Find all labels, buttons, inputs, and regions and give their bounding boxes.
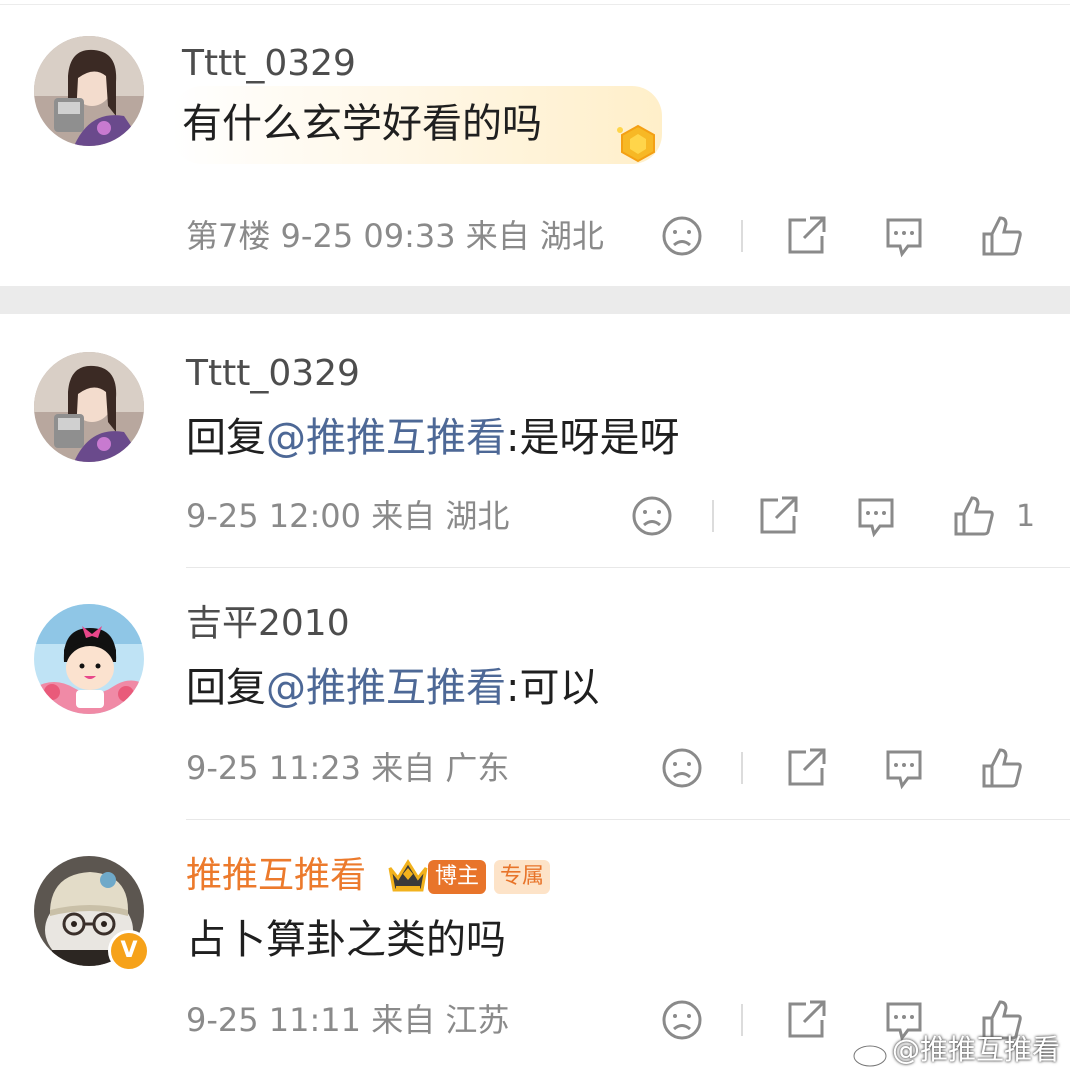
comment-icon[interactable] bbox=[882, 214, 926, 258]
comment-meta: 9-25 11:11 来自 江苏 bbox=[186, 1004, 509, 1036]
share-icon[interactable] bbox=[784, 746, 828, 790]
reply-text: :是呀是呀 bbox=[506, 415, 680, 461]
share-icon[interactable] bbox=[784, 214, 828, 258]
comment-text: 回复@推推互推看:可以 bbox=[186, 668, 599, 708]
username[interactable]: Tttt_0329 bbox=[186, 356, 360, 392]
top-divider bbox=[0, 4, 1070, 5]
comment-icon[interactable] bbox=[854, 494, 898, 538]
username[interactable]: 吉平2010 bbox=[186, 606, 350, 642]
comment-icon[interactable] bbox=[882, 746, 926, 790]
mention-link[interactable]: @推推互推看 bbox=[266, 415, 506, 461]
action-separator bbox=[741, 752, 743, 784]
source-prefix: 来自 bbox=[371, 497, 436, 535]
avatar[interactable] bbox=[34, 352, 144, 462]
timestamp: 9-25 11:23 bbox=[186, 749, 362, 787]
avatar[interactable] bbox=[34, 604, 144, 714]
avatar[interactable] bbox=[34, 36, 144, 146]
location: 广东 bbox=[445, 749, 510, 787]
location: 湖北 bbox=[445, 497, 510, 535]
sad-face-icon[interactable] bbox=[660, 998, 704, 1042]
weibo-logo-icon bbox=[852, 1034, 892, 1068]
source-prefix: 来自 bbox=[371, 749, 436, 787]
owner-badge: 博主 bbox=[428, 860, 486, 894]
exclusive-badge: 专属 bbox=[494, 860, 550, 894]
comment-divider bbox=[186, 567, 1070, 568]
source-prefix: 来自 bbox=[465, 217, 530, 255]
timestamp: 9-25 12:00 bbox=[186, 497, 362, 535]
crown-icon bbox=[386, 858, 430, 896]
reply-text: :可以 bbox=[506, 665, 600, 711]
thumbs-up-icon[interactable] bbox=[980, 746, 1024, 790]
action-separator bbox=[741, 1004, 743, 1036]
sad-face-icon[interactable] bbox=[630, 494, 674, 538]
share-icon[interactable] bbox=[784, 998, 828, 1042]
comment-text: 占卜算卦之类的吗 bbox=[186, 917, 506, 963]
like-count: 1 bbox=[1016, 499, 1036, 534]
reply-prefix: 回复 bbox=[186, 665, 266, 711]
sad-face-icon[interactable] bbox=[660, 214, 704, 258]
action-separator bbox=[741, 220, 743, 252]
sad-face-icon[interactable] bbox=[660, 746, 704, 790]
section-divider bbox=[0, 286, 1070, 314]
share-icon[interactable] bbox=[756, 494, 800, 538]
comment-meta: 第7楼 9-25 09:33 来自 湖北 bbox=[186, 220, 604, 252]
comment-meta: 9-25 11:23 来自 广东 bbox=[186, 752, 509, 784]
thumbs-up-icon[interactable] bbox=[980, 214, 1024, 258]
mention-link[interactable]: @推推互推看 bbox=[266, 665, 506, 711]
floor-number: 第7楼 bbox=[186, 217, 271, 255]
location: 湖北 bbox=[539, 217, 604, 255]
comment-text: 回复@推推互推看:是呀是呀 bbox=[186, 418, 679, 458]
username[interactable]: 推推互推看 bbox=[186, 858, 366, 894]
comment-text: 有什么玄学好看的吗 bbox=[182, 101, 542, 147]
verified-badge-icon: V bbox=[108, 930, 150, 972]
timestamp: 9-25 09:33 bbox=[280, 217, 456, 255]
thumbs-up-icon[interactable] bbox=[952, 494, 996, 538]
watermark-text: @推推互推看 bbox=[891, 1033, 1060, 1066]
gold-badge-icon bbox=[614, 122, 662, 164]
source-prefix: 来自 bbox=[371, 1001, 436, 1039]
comment-thread: Tttt_0329 有什么玄学好看的吗 第7楼 9-25 09:33 来自 湖北 bbox=[0, 0, 1070, 1076]
comment-meta: 9-25 12:00 来自 湖北 bbox=[186, 500, 509, 532]
location: 江苏 bbox=[445, 1001, 510, 1039]
timestamp: 9-25 11:11 bbox=[186, 1001, 362, 1039]
comment-divider bbox=[186, 819, 1070, 820]
reply-prefix: 回复 bbox=[186, 415, 266, 461]
username[interactable]: Tttt_0329 bbox=[182, 46, 356, 82]
action-separator bbox=[712, 500, 714, 532]
